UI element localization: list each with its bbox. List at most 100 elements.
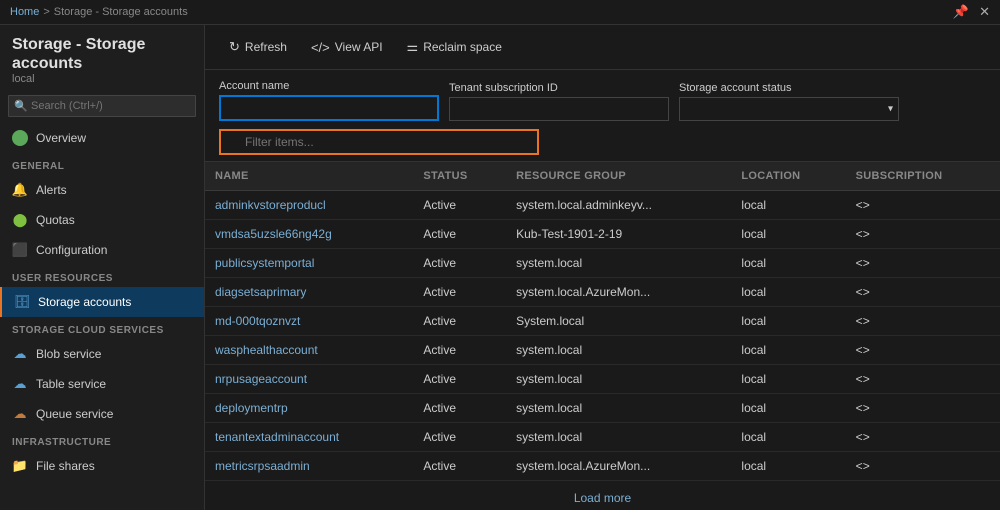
cell-name[interactable]: deploymentrp (205, 394, 413, 423)
cell-subscription: <> (846, 336, 1000, 365)
sidebar-section-general: GENERAL (0, 153, 204, 175)
refresh-icon: ↻ (229, 39, 240, 55)
cell-resource-group: system.local.adminkeyv... (506, 191, 731, 220)
cell-name[interactable]: vmdsa5uzsle66ng42g (205, 220, 413, 249)
sidebar-label-table: Table service (36, 377, 106, 391)
col-name: NAME (205, 162, 413, 191)
cell-subscription: <> (846, 452, 1000, 481)
cell-status: Active (413, 394, 506, 423)
cell-subscription: <> (846, 249, 1000, 278)
breadcrumb: Home > Storage - Storage accounts (10, 6, 188, 18)
cell-location: local (731, 394, 845, 423)
cell-name[interactable]: diagsetsaprimary (205, 278, 413, 307)
top-bar-icons: 📌 ✕ (953, 4, 990, 20)
cell-subscription: <> (846, 278, 1000, 307)
cell-status: Active (413, 191, 506, 220)
pin-icon[interactable]: 📌 (953, 4, 969, 20)
cell-name[interactable]: tenantextadminaccount (205, 423, 413, 452)
sidebar-search-icon: 🔍 (14, 100, 28, 113)
sidebar-item-overview[interactable]: Overview (0, 123, 204, 153)
cell-location: local (731, 249, 845, 278)
sidebar-header: Storage - Storage accounts local (0, 25, 204, 89)
cell-location: local (731, 452, 845, 481)
cell-name[interactable]: publicsystemportal (205, 249, 413, 278)
cell-resource-group: Kub-Test-1901-2-19 (506, 220, 731, 249)
cell-location: local (731, 423, 845, 452)
cell-status: Active (413, 278, 506, 307)
cell-subscription: <> (846, 220, 1000, 249)
cell-name[interactable]: nrpusageaccount (205, 365, 413, 394)
refresh-button[interactable]: ↻ Refresh (219, 35, 297, 59)
breadcrumb-sep: > (43, 6, 49, 18)
filter-items-wrapper: 🔍 (219, 129, 539, 155)
cell-status: Active (413, 220, 506, 249)
cell-name[interactable]: wasphealthaccount (205, 336, 413, 365)
queue-icon: ☁ (12, 406, 28, 422)
cell-resource-group: system.local.AzureMon... (506, 278, 731, 307)
cell-resource-group: system.local (506, 336, 731, 365)
blob-icon: ☁ (12, 346, 28, 362)
sidebar-search-input[interactable] (8, 95, 196, 117)
sidebar-label-alerts: Alerts (36, 183, 67, 197)
cell-subscription: <> (846, 394, 1000, 423)
tenant-sub-input[interactable] (449, 97, 669, 121)
reclaim-space-button[interactable]: ⚌ Reclaim space (397, 35, 512, 59)
view-api-label: View API (335, 40, 383, 54)
table-row: tenantextadminaccount Active system.loca… (205, 423, 1000, 452)
view-api-button[interactable]: </> View API (301, 36, 393, 59)
cell-resource-group: system.local (506, 423, 731, 452)
sidebar-item-quotas[interactable]: ⬤ Quotas (0, 205, 204, 235)
refresh-label: Refresh (245, 40, 287, 54)
tenant-sub-label: Tenant subscription ID (449, 82, 669, 94)
table-row: wasphealthaccount Active system.local lo… (205, 336, 1000, 365)
reclaim-label: Reclaim space (423, 40, 502, 54)
table-row: diagsetsaprimary Active system.local.Azu… (205, 278, 1000, 307)
tenant-sub-field: Tenant subscription ID (449, 82, 669, 121)
view-api-icon: </> (311, 40, 330, 55)
filter-items-input[interactable] (219, 129, 539, 155)
cell-location: local (731, 278, 845, 307)
sidebar-section-user-resources: USER RESOURCES (0, 265, 204, 287)
breadcrumb-current: Storage - Storage accounts (54, 6, 188, 18)
sidebar-label-queue: Queue service (36, 407, 113, 421)
sidebar-label-blob: Blob service (36, 347, 101, 361)
sidebar-item-alerts[interactable]: 🔔 Alerts (0, 175, 204, 205)
status-select[interactable]: Active Inactive (679, 97, 899, 121)
sidebar-item-file-shares[interactable]: 📁 File shares (0, 451, 204, 481)
cell-status: Active (413, 452, 506, 481)
cell-location: local (731, 365, 845, 394)
sidebar-item-queue-service[interactable]: ☁ Queue service (0, 399, 204, 429)
overview-label: Overview (36, 131, 86, 145)
sidebar-item-storage-accounts[interactable]: 🗄 Storage accounts (0, 287, 204, 317)
cell-subscription: <> (846, 423, 1000, 452)
sidebar-item-table-service[interactable]: ☁ Table service (0, 369, 204, 399)
status-label: Storage account status (679, 82, 899, 94)
cell-location: local (731, 307, 845, 336)
cell-location: local (731, 336, 845, 365)
col-location: LOCATION (731, 162, 845, 191)
sidebar-search-wrapper: 🔍 (0, 89, 204, 123)
cell-name[interactable]: metricsrpsaadmin (205, 452, 413, 481)
table-row: nrpusageaccount Active system.local loca… (205, 365, 1000, 394)
cell-subscription: <> (846, 307, 1000, 336)
col-status: STATUS (413, 162, 506, 191)
cell-resource-group: system.local (506, 365, 731, 394)
cell-name[interactable]: adminkvstoreproducl (205, 191, 413, 220)
storage-accounts-table: NAME STATUS RESOURCE GROUP LOCATION SUBS… (205, 162, 1000, 481)
cell-name[interactable]: md-000tqoznvzt (205, 307, 413, 336)
table-header: NAME STATUS RESOURCE GROUP LOCATION SUBS… (205, 162, 1000, 191)
close-icon[interactable]: ✕ (979, 4, 990, 20)
cell-status: Active (413, 249, 506, 278)
account-name-input[interactable] (219, 95, 439, 121)
cell-status: Active (413, 336, 506, 365)
main-layout: Storage - Storage accounts local 🔍 Overv… (0, 25, 1000, 510)
cell-location: local (731, 191, 845, 220)
sidebar-item-blob-service[interactable]: ☁ Blob service (0, 339, 204, 369)
table-row: md-000tqoznvzt Active System.local local… (205, 307, 1000, 336)
cell-status: Active (413, 423, 506, 452)
sidebar-item-configuration[interactable]: ⬛ Configuration (0, 235, 204, 265)
table-body: adminkvstoreproducl Active system.local.… (205, 191, 1000, 481)
config-icon: ⬛ (12, 242, 28, 258)
load-more-button[interactable]: Load more (205, 481, 1000, 510)
breadcrumb-home[interactable]: Home (10, 6, 39, 18)
